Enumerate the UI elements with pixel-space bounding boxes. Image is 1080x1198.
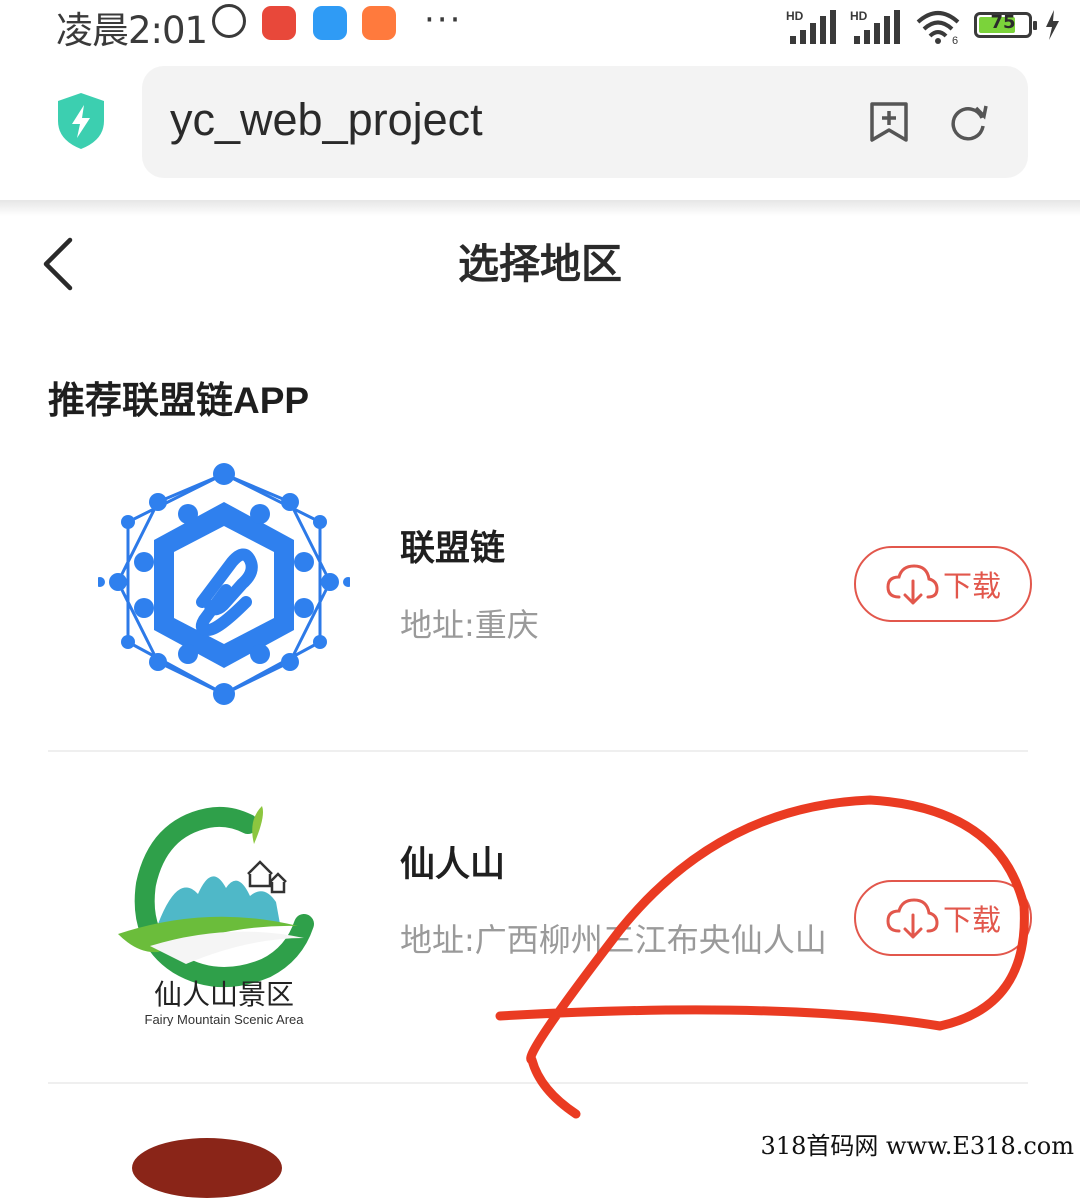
app-address: 地址:广西柳州三江布央仙人山: [400, 921, 827, 959]
logo-en-text: Fairy Mountain Scenic Area: [145, 1012, 305, 1026]
divider: [48, 1082, 1028, 1084]
download-label: 下载: [942, 569, 1001, 603]
app-notification-icon: [313, 6, 347, 40]
url-field[interactable]: yc_web_project: [142, 66, 1028, 178]
status-bar: 凌晨2:01 ··· HD HD 6 75: [0, 0, 1080, 52]
battery-percent: 75: [990, 12, 1016, 33]
app-name: 仙人山: [400, 845, 506, 885]
signal-icon: HD: [786, 9, 836, 44]
app-address: 地址:重庆: [400, 606, 539, 644]
signal-hd-label: HD: [850, 9, 868, 23]
alarm-icon: [212, 4, 246, 38]
site-watermark: 318首码网 www.E318.com: [756, 1126, 1078, 1161]
add-bookmark-icon[interactable]: [868, 100, 910, 144]
security-shield-icon[interactable]: [55, 91, 107, 151]
toolbar-shadow: [0, 200, 1080, 216]
more-notifications-icon: ···: [424, 0, 463, 40]
download-button[interactable]: 下载: [854, 546, 1032, 622]
signal-icon: HD: [850, 9, 900, 44]
download-button[interactable]: 下载: [854, 880, 1032, 956]
url-text[interactable]: yc_web_project: [170, 94, 483, 146]
wifi-6-label: 6: [952, 35, 958, 44]
app-card[interactable]: 联盟链 地址:重庆 下载: [48, 450, 1032, 752]
hexagon-chain-logo-icon: [95, 462, 353, 712]
app-name: 联盟链: [400, 529, 506, 569]
battery-icon: 75: [974, 12, 1037, 38]
next-app-logo-icon: [132, 1138, 282, 1198]
refresh-icon[interactable]: [946, 100, 990, 144]
page-title: 选择地区: [458, 240, 622, 288]
section-title: 推荐联盟链APP: [48, 380, 310, 421]
browser-address-bar: yc_web_project: [0, 56, 1080, 201]
page-header: 选择地区: [0, 216, 1080, 316]
wifi-icon: 6: [916, 11, 960, 44]
download-label: 下载: [942, 903, 1001, 937]
cloud-download-icon: [886, 898, 939, 939]
app-notification-icon: [262, 6, 296, 40]
cloud-download-icon: [886, 564, 939, 605]
fairy-mountain-logo-icon: 仙人山景区 Fairy Mountain Scenic Area: [98, 804, 350, 1076]
charging-icon: [1046, 10, 1059, 40]
shopping-notification-icon: [362, 6, 396, 40]
app-card[interactable]: 仙人山景区 Fairy Mountain Scenic Area 仙人山 地址:…: [48, 752, 1032, 1084]
logo-cn-text: 仙人山景区: [154, 978, 294, 1011]
status-time: 凌晨2:01: [56, 9, 208, 52]
signal-hd-label: HD: [786, 9, 804, 23]
